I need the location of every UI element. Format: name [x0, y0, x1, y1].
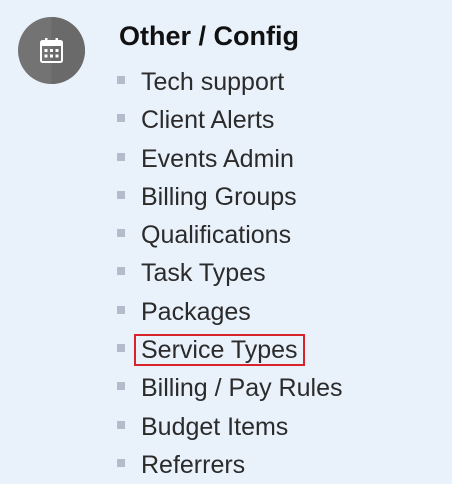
menu-item-packages[interactable]: Packages	[117, 293, 342, 331]
menu-link-billing-groups[interactable]: Billing Groups	[141, 183, 297, 211]
section-icon-badge	[18, 17, 85, 84]
menu-item-task-types[interactable]: Task Types	[117, 254, 342, 292]
calendar-icon	[40, 38, 63, 63]
section-title: Other / Config	[119, 21, 299, 51]
menu-item-budget-items[interactable]: Budget Items	[117, 408, 342, 446]
bullet-icon	[117, 382, 125, 391]
bullet-icon	[117, 458, 125, 467]
bullet-icon	[117, 420, 125, 429]
menu-link-task-types[interactable]: Task Types	[141, 259, 266, 287]
menu-link-billing-pay-rules[interactable]: Billing / Pay Rules	[141, 374, 342, 402]
menu-link-events-admin[interactable]: Events Admin	[141, 145, 294, 173]
menu-item-billing-groups[interactable]: Billing Groups	[117, 178, 342, 216]
menu-link-packages[interactable]: Packages	[141, 298, 251, 326]
bullet-icon	[117, 114, 125, 123]
menu-item-events-admin[interactable]: Events Admin	[117, 140, 342, 178]
bullet-icon	[117, 190, 125, 199]
bullet-icon	[117, 305, 125, 314]
menu-link-referrers[interactable]: Referrers	[141, 451, 245, 479]
menu-link-tech-support[interactable]: Tech support	[141, 68, 284, 96]
menu-item-client-alerts[interactable]: Client Alerts	[117, 101, 342, 139]
bullet-icon	[117, 152, 125, 161]
menu-item-service-types[interactable]: Service Types	[117, 331, 342, 369]
menu-link-service-types[interactable]: Service Types	[134, 334, 305, 367]
bullet-icon	[117, 267, 125, 276]
menu-item-tech-support[interactable]: Tech support	[117, 63, 342, 101]
menu-item-referrers[interactable]: Referrers	[117, 446, 342, 484]
menu-link-qualifications[interactable]: Qualifications	[141, 221, 291, 249]
menu-link-budget-items[interactable]: Budget Items	[141, 413, 288, 441]
menu-link-client-alerts[interactable]: Client Alerts	[141, 106, 274, 134]
menu-item-qualifications[interactable]: Qualifications	[117, 216, 342, 254]
bullet-icon	[117, 344, 125, 353]
menu-item-billing-pay-rules[interactable]: Billing / Pay Rules	[117, 369, 342, 407]
bullet-icon	[117, 76, 125, 84]
bullet-icon	[117, 229, 125, 238]
config-menu: Tech support Client Alerts Events Admin …	[117, 63, 342, 484]
